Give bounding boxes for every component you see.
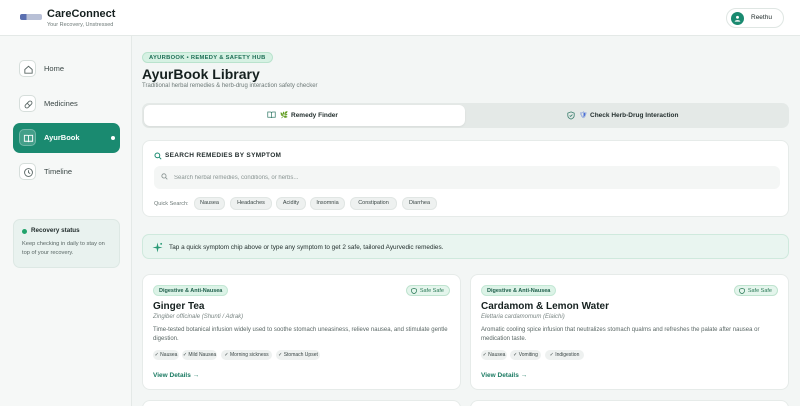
safety-badge: Safe Safe [733,285,778,296]
recovery-title: Recovery status [31,227,80,234]
sidebar-item-timeline[interactable]: Timeline [13,157,120,187]
tip-text: Tap a quick symptom chip above or type a… [169,244,444,251]
careconnect-logo[interactable] [20,14,42,20]
shield-check-icon [739,288,745,294]
top-bar: CareConnect Your Recovery, Unstressed Re… [0,0,800,36]
symptom-tag: ✓ Vomiting [510,350,541,360]
symptom-tag: ✓ Nausea [481,350,507,360]
sidebar-item-ayurbook[interactable]: AyurBook [13,123,120,153]
brand-title[interactable]: CareConnect [47,8,115,20]
page-title: AyurBook Library [142,66,260,82]
remedy-description: Time-tested botanical infusion widely us… [153,327,448,342]
quick-chip-diarrhea[interactable]: Diarrhea [402,197,437,210]
quick-search-label: Quick Search: [154,201,189,207]
symptom-tag: ✓ Nausea [153,350,179,360]
remedy-title: Ginger Tea [153,301,205,312]
remedy-card[interactable]: Digestive & Anti-Nausea Safe Safe Ginger… [142,274,461,390]
book-open-icon [267,111,276,119]
tab-label: Remedy Finder [291,112,338,119]
quick-chip-insomnia[interactable]: Insomnia [310,197,345,210]
sidebar-item-medicines[interactable]: Medicines [13,89,120,119]
quick-chip-acidity[interactable]: Acidity [276,197,306,210]
quick-chip-headaches[interactable]: Headaches [230,197,272,210]
search-icon [154,152,162,160]
search-card: SEARCH REMEDIES BY SYMPTOM Quick Search:… [142,140,789,217]
safety-label: Safe Safe [747,288,772,294]
view-details-link[interactable]: View Details → [153,372,199,379]
view-details-link[interactable]: View Details → [481,372,527,379]
sidebar-item-label: Timeline [44,167,73,176]
recovery-text: Keep checking in daily to stay on top of… [22,241,105,256]
sidebar-item-home[interactable]: Home [13,54,120,84]
symptom-tag: ✓ Stomach Upset [276,350,320,360]
remedy-description: Aromatic cooling spice infusion that neu… [481,327,760,342]
symptom-tag: ✓ Indigestion [545,350,584,360]
shield-icon: 🛡 [579,112,588,119]
remedy-card[interactable]: Digestive & Anti-Nausea Safe Safe Cardam… [470,274,789,390]
tab-label: Check Herb-Drug Interaction [590,112,679,119]
shield-check-icon [567,111,575,120]
remedy-card-partial[interactable] [142,400,461,406]
safety-label: Safe Safe [419,288,444,294]
remedy-latin-name: Zingiber officinale (Shunti / Adrak) [153,314,244,320]
quick-chip-constipation[interactable]: Constipation [350,197,397,210]
remedy-latin-name: Elettaria cardamomum (Elaichi) [481,314,565,320]
main-content: AYURBOOK • REMEDY & SAFETY HUB AyurBook … [132,36,800,406]
symptom-tag: ✓ Mild Nausea [182,350,217,360]
home-icon [19,60,36,77]
status-dot [22,229,27,234]
sidebar: Home Medicines AyurBook Timeline Recover… [0,36,132,406]
active-indicator [111,136,115,140]
search-input[interactable] [154,166,780,189]
category-badge: Digestive & Anti-Nausea [153,285,229,296]
sidebar-item-label: Medicines [44,99,78,108]
category-badge: Digestive & Anti-Nausea [481,285,557,296]
user-icon [734,15,741,22]
pill-icon [19,95,36,112]
quick-chip-nausea[interactable]: Nausea [194,197,225,210]
sidebar-item-label: AyurBook [44,133,80,142]
search-icon [161,173,168,180]
safety-badge: Safe Safe [405,285,450,296]
tab-herb-drug-interaction[interactable]: 🛡 Check Herb-Drug Interaction [468,105,787,126]
tab-remedy-finder[interactable]: 🌿 Remedy Finder [144,105,465,126]
leaf-icon: 🌿 [280,112,289,119]
avatar [731,12,744,25]
sidebar-item-label: Home [44,64,65,73]
recovery-status-card: Recovery status Keep checking in daily t… [13,219,120,268]
remedy-title: Cardamom & Lemon Water [481,301,609,312]
remedy-card-partial[interactable] [470,400,789,406]
tab-bar: 🌿 Remedy Finder 🛡 Check Herb-Drug Intera… [142,103,789,128]
shield-check-icon [411,288,417,294]
user-name: Reethu [751,14,772,21]
book-icon [19,129,36,146]
symptom-tag: ✓ Morning sickness [221,350,272,360]
sparkle-icon [152,242,163,253]
tip-banner: Tap a quick symptom chip above or type a… [142,234,789,259]
search-section-title: SEARCH REMEDIES BY SYMPTOM [165,152,282,159]
brand-subtitle: Your Recovery, Unstressed [47,22,114,28]
clock-icon [19,163,36,180]
hub-badge: AYURBOOK • REMEDY & SAFETY HUB [142,52,273,63]
page-subtitle: Traditional herbal remedies & herb-drug … [142,83,318,89]
user-menu-button[interactable]: Reethu [726,8,784,28]
